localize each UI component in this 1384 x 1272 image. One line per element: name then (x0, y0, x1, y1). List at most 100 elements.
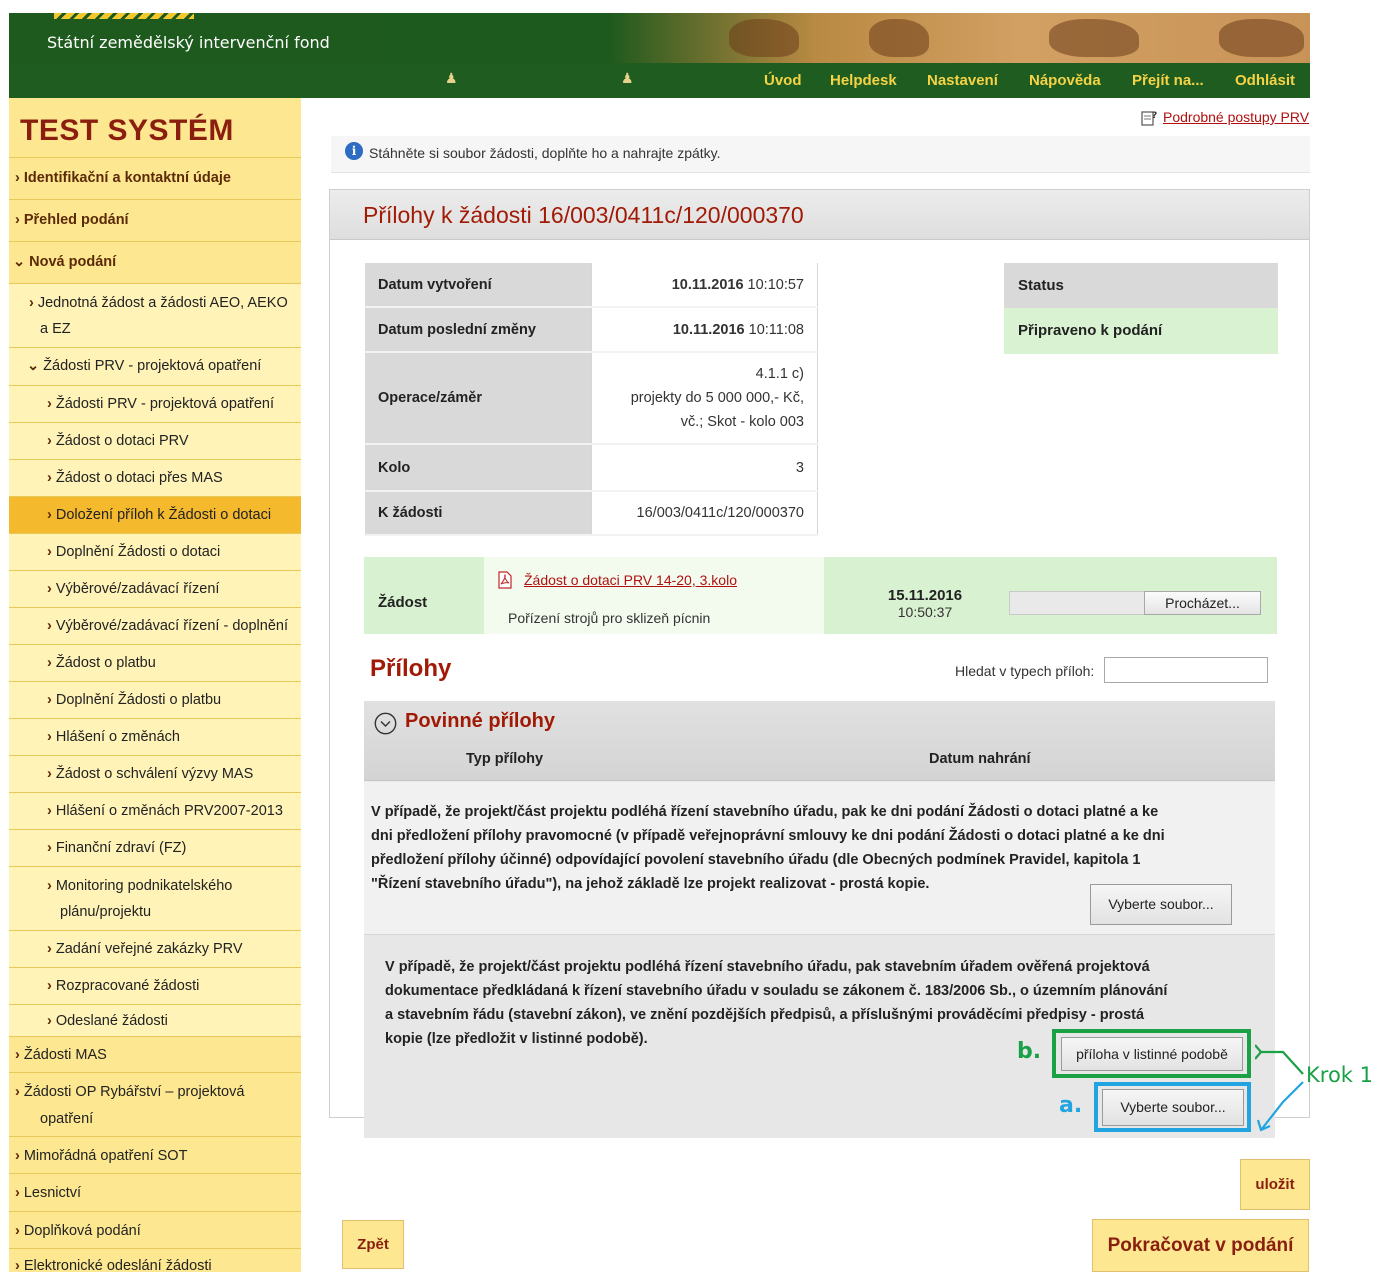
sidebar-item-label: Doplňková podání (23, 1223, 141, 1239)
nav-prejit-na[interactable]: Přejít na... (1132, 72, 1204, 89)
sidebar-item-label: Žádosti PRV - projektová opatření (55, 396, 274, 412)
created-value: 10.11.2016 10:10:57 (590, 263, 818, 308)
sidebar-item-nova-podani[interactable]: ⌄ Nová podání (9, 241, 301, 283)
request-file-label: Žádost (378, 594, 428, 611)
status-value: Připraveno k podání (1004, 308, 1278, 354)
table-row: Operace/záměr 4.1.1 c) projekty do 5 000… (365, 352, 818, 445)
search-input[interactable] (1104, 657, 1268, 683)
chevron-down-icon: ⌄ (27, 358, 40, 374)
chevron-right-icon: › (15, 1047, 20, 1063)
file-path-field[interactable] (1009, 591, 1145, 615)
chevron-right-icon: › (47, 803, 52, 819)
sidebar-item-doplneni-zadosti-o-dotaci[interactable]: › Doplnění Žádosti o dotaci (9, 533, 301, 570)
table-row: Datum poslední změny 10.11.2016 10:11:08 (365, 307, 818, 353)
sidebar-item-doplnkova-podani[interactable]: › Doplňková podání (9, 1211, 301, 1248)
chevron-right-icon: › (29, 295, 34, 311)
sidebar-item-rozpracovane-zadosti[interactable]: › Rozpracované žádosti (9, 967, 301, 1004)
sidebar-item-label: Lesnictví (23, 1185, 82, 1201)
svg-text:?: ? (1152, 111, 1157, 121)
banner-cattle-image (869, 19, 929, 57)
sidebar-item-monitoring[interactable]: › Monitoring podnikatelského plánu/projek… (9, 866, 301, 930)
sidebar-item-zadosti-mas[interactable]: › Žádosti MAS (9, 1036, 301, 1072)
save-button[interactable]: uložit (1240, 1159, 1310, 1210)
annotation-label-a: a. (1059, 1093, 1083, 1118)
sidebar-item-label: Žádost o dotaci PRV (55, 433, 189, 449)
request-file-link[interactable]: Žádost o dotaci PRV 14-20, 3.kolo (524, 572, 737, 588)
attachments-heading: Přílohy (370, 655, 452, 682)
chevron-right-icon: › (15, 212, 20, 228)
sidebar-item-label: Žádosti OP Rybářství – projektová (23, 1084, 245, 1100)
select-file-button[interactable]: Vyberte soubor... (1090, 884, 1232, 925)
nav-odhlasit[interactable]: Odhlásit (1235, 72, 1295, 89)
sidebar-item-doplneni-zadosti-o-platbu[interactable]: › Doplnění Žádosti o platbu (9, 681, 301, 718)
arrow-to-b-icon (1261, 1050, 1304, 1075)
continue-button[interactable]: Pokračovat v podání (1092, 1219, 1309, 1272)
round-value: 3 (590, 444, 818, 492)
browse-button[interactable]: Procházet... (1144, 591, 1261, 615)
sidebar-item-vyberove-rizeni-doplneni[interactable]: › Výběrové/zadávací řízení - doplnění (9, 607, 301, 644)
sidebar-item-zadost-o-dotaci-prv[interactable]: › Žádost o dotaci PRV (9, 422, 301, 459)
sidebar-item-lesnictvi[interactable]: › Lesnictví (9, 1173, 301, 1211)
table-row: K žádosti 16/003/0411c/120/000370 (365, 491, 818, 536)
chevron-right-icon: › (47, 692, 52, 708)
chevron-right-icon: › (47, 433, 52, 449)
back-button[interactable]: Zpět (342, 1220, 404, 1269)
sidebar-item-mimoradna-opatreni[interactable]: › Mimořádná opatření SOT (9, 1136, 301, 1173)
help-procedures-link[interactable]: Podrobné postupy PRV (1163, 109, 1309, 125)
sidebar-item-label: Monitoring podnikatelského (55, 878, 233, 894)
nav-uvod[interactable]: Úvod (764, 72, 802, 89)
sidebar-item-elektronicke-odeslani[interactable]: › Elektronické odeslání žádosti (9, 1248, 301, 1272)
sidebar-item-label: Výběrové/zadávací řízení (55, 581, 220, 597)
sidebar-item-prehled-podani[interactable]: › Přehled podání (9, 199, 301, 241)
document-help-icon: ? (1141, 111, 1157, 126)
sidebar-item-odeslane-zadosti[interactable]: › Odeslané žádosti (9, 1004, 301, 1036)
sidebar-item-identifikacni-udaje[interactable]: › Identifikační a kontaktní údaje (9, 157, 301, 199)
sidebar-item-label: opatření (40, 1111, 94, 1127)
logo-mark: SZIF (214, 0, 340, 13)
info-icon: i (345, 142, 363, 160)
details-table: Datum vytvoření 10.11.2016 10:10:57 Datu… (365, 263, 818, 536)
nav-nastaveni[interactable]: Nastavení (927, 72, 998, 89)
sidebar-item-vyberove-rizeni[interactable]: › Výběrové/zadávací řízení (9, 570, 301, 607)
chevron-right-icon: › (47, 655, 52, 671)
nav-helpdesk[interactable]: Helpdesk (830, 72, 897, 89)
chevron-right-icon: › (47, 941, 52, 957)
operation-label: Operace/záměr (365, 352, 591, 445)
operation-value: 4.1.1 c) projekty do 5 000 000,- Kč, vč.… (590, 352, 818, 445)
info-message: Stáhněte si soubor žádosti, doplňte ho a… (369, 145, 721, 161)
sidebar-item-dolozeni-priloh[interactable]: › Doložení příloh k Žádosti o dotaci (9, 496, 301, 533)
sidebar-item-label: Jednotná žádost a žádosti AEO, AEKO (37, 295, 288, 311)
table-row: Kolo 3 (365, 444, 818, 492)
sidebar-item-zadosti-prv-group[interactable]: ⌄ Žádosti PRV - projektová opatření (9, 347, 301, 385)
status-box: Status Připraveno k podání (1004, 263, 1278, 354)
sidebar-item-schvaleni-vyzvy-mas[interactable]: › Žádost o schválení výzvy MAS (9, 755, 301, 792)
request-label: K žádosti (365, 491, 591, 536)
sidebar-item-zadost-pres-mas[interactable]: › Žádost o dotaci přes MAS (9, 459, 301, 496)
sidebar-item-label: Rozpracované žádosti (55, 978, 200, 994)
sidebar-item-label: plánu/projektu (60, 904, 152, 920)
highlight-option-a (1094, 1082, 1251, 1132)
step-label: Krok 1 (1306, 1063, 1373, 1087)
sidebar-item-hlaseni-o-zmenach[interactable]: › Hlášení o změnách (9, 718, 301, 755)
sidebar-item-label: Přehled podání (23, 212, 129, 228)
sidebar-item-label: Hlášení o změnách (55, 729, 180, 745)
nav-napoveda[interactable]: Nápověda (1029, 72, 1101, 89)
sidebar-item-label: Doložení příloh k Žádosti o dotaci (55, 507, 272, 523)
sidebar-item-zadosti-prv[interactable]: › Žádosti PRV - projektová opatření (9, 385, 301, 422)
chevron-right-icon: › (47, 470, 52, 486)
sidebar-item-op-rybarstvi[interactable]: › Žádosti OP Rybářství – projektová opatř… (9, 1072, 301, 1136)
sidebar-item-hlaseni-prv2007[interactable]: › Hlášení o změnách PRV2007-2013 (9, 792, 301, 829)
sidebar-item-zadost-o-platbu[interactable]: › Žádost o platbu (9, 644, 301, 681)
sidebar-item-label: Výběrové/zadávací řízení - doplnění (55, 618, 288, 634)
chevron-right-icon: › (47, 729, 52, 745)
banner-cattle-image (1049, 19, 1139, 57)
page-title: Přílohy k žádosti 16/003/0411c/120/00037… (363, 202, 804, 228)
sidebar-item-jednotna-zadost[interactable]: › Jednotná žádost a žádosti AEO, AEKO a E… (9, 283, 301, 347)
user-icon: ♟ (621, 71, 634, 87)
sidebar-item-verejna-zakazka[interactable]: › Zadání veřejné zakázky PRV (9, 930, 301, 967)
sidebar-item-label: Finanční zdraví (FZ) (55, 840, 187, 856)
collapse-chevron-icon[interactable] (374, 712, 397, 735)
sidebar-item-financni-zdravi[interactable]: › Finanční zdraví (FZ) (9, 829, 301, 866)
sidebar-item-label: Zadání veřejné zakázky PRV (55, 941, 243, 957)
status-label: Status (1004, 263, 1278, 308)
